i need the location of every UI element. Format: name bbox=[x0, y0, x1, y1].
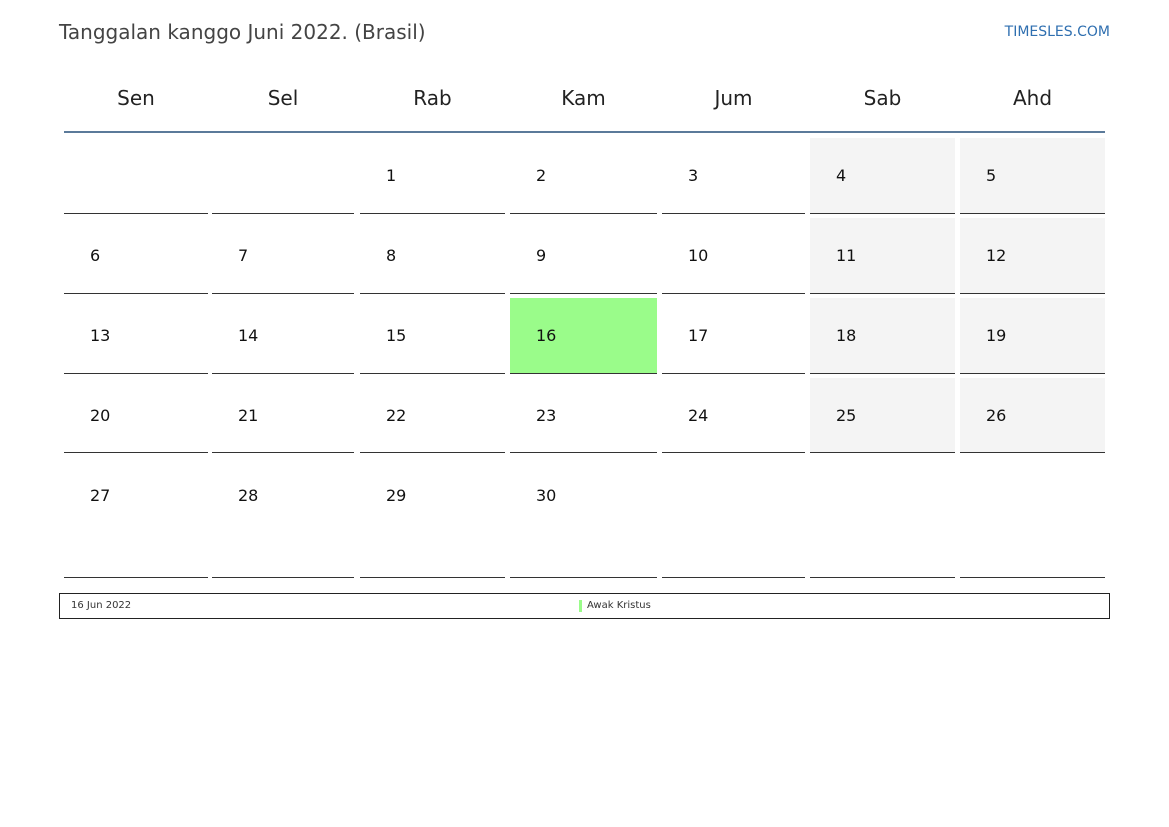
day-number: 8 bbox=[386, 246, 397, 265]
day-number: 22 bbox=[386, 406, 407, 425]
day-cell-22[interactable]: 22 bbox=[360, 378, 505, 453]
day-cell-8[interactable]: 8 bbox=[360, 218, 505, 294]
empty-day-cell bbox=[662, 458, 805, 578]
day-number: 7 bbox=[238, 246, 249, 265]
legend-date: 16 Jun 2022 bbox=[71, 600, 132, 611]
weekday-sat: Sab bbox=[863, 86, 902, 110]
day-cell-24[interactable]: 24 bbox=[662, 378, 805, 453]
day-number: 23 bbox=[536, 406, 557, 425]
day-cell-17[interactable]: 17 bbox=[662, 298, 805, 374]
weekday-header: Sen Sel Rab Kam Jum Sab Ahd bbox=[64, 78, 1105, 132]
day-cell-15[interactable]: 15 bbox=[360, 298, 505, 374]
day-cell-19[interactable]: 19 bbox=[960, 298, 1105, 374]
empty-day-cell bbox=[810, 458, 955, 578]
day-cell-21[interactable]: 21 bbox=[212, 378, 354, 453]
day-cell-13[interactable]: 13 bbox=[64, 298, 208, 374]
weekday-thu: Kam bbox=[561, 86, 606, 110]
legend-color-marker bbox=[579, 600, 582, 612]
day-cell-6[interactable]: 6 bbox=[64, 218, 208, 294]
day-number: 4 bbox=[836, 166, 847, 185]
day-cell-29[interactable]: 29 bbox=[360, 458, 505, 578]
legend-holiday-name: Awak Kristus bbox=[587, 600, 651, 611]
day-number: 1 bbox=[386, 166, 397, 185]
day-number: 5 bbox=[986, 166, 997, 185]
day-cell-14[interactable]: 14 bbox=[212, 298, 354, 374]
empty-day-cell bbox=[960, 458, 1105, 578]
day-cell-5[interactable]: 5 bbox=[960, 138, 1105, 214]
day-cell-27[interactable]: 27 bbox=[64, 458, 208, 578]
day-number: 26 bbox=[986, 406, 1007, 425]
day-number: 14 bbox=[238, 326, 259, 345]
day-number: 17 bbox=[688, 326, 709, 345]
day-number: 12 bbox=[986, 246, 1007, 265]
day-number: 9 bbox=[536, 246, 547, 265]
day-number: 30 bbox=[536, 486, 557, 505]
empty-day-cell bbox=[212, 138, 354, 214]
day-number: 2 bbox=[536, 166, 547, 185]
day-number: 6 bbox=[90, 246, 101, 265]
weekday-tue: Sel bbox=[267, 86, 299, 110]
day-cell-9[interactable]: 9 bbox=[510, 218, 657, 294]
day-cell-26[interactable]: 26 bbox=[960, 378, 1105, 453]
day-number: 10 bbox=[688, 246, 709, 265]
day-number: 25 bbox=[836, 406, 857, 425]
day-number: 21 bbox=[238, 406, 259, 425]
day-cell-3[interactable]: 3 bbox=[662, 138, 805, 214]
day-number: 20 bbox=[90, 406, 111, 425]
day-number: 27 bbox=[90, 486, 111, 505]
day-cell-20[interactable]: 20 bbox=[64, 378, 208, 453]
day-cell-2[interactable]: 2 bbox=[510, 138, 657, 214]
day-cell-10[interactable]: 10 bbox=[662, 218, 805, 294]
day-cell-18[interactable]: 18 bbox=[810, 298, 955, 374]
header-divider bbox=[64, 131, 1105, 133]
day-cell-25[interactable]: 25 bbox=[810, 378, 955, 453]
day-number: 29 bbox=[386, 486, 407, 505]
day-cell-16[interactable]: 16 bbox=[510, 298, 657, 374]
day-cell-12[interactable]: 12 bbox=[960, 218, 1105, 294]
weekday-fri: Jum bbox=[714, 86, 753, 110]
day-number: 24 bbox=[688, 406, 709, 425]
day-number: 3 bbox=[688, 166, 699, 185]
day-number: 13 bbox=[90, 326, 111, 345]
empty-day-cell bbox=[64, 138, 208, 214]
weekday-mon: Sen bbox=[117, 86, 155, 110]
site-link[interactable]: TIMESLES.COM bbox=[1005, 24, 1110, 40]
day-cell-28[interactable]: 28 bbox=[212, 458, 354, 578]
page-title: Tanggalan kanggo Juni 2022. (Brasil) bbox=[59, 20, 426, 44]
day-number: 18 bbox=[836, 326, 857, 345]
day-number: 16 bbox=[536, 326, 557, 345]
day-number: 11 bbox=[836, 246, 857, 265]
weekday-sun: Ahd bbox=[1012, 86, 1053, 110]
day-cell-1[interactable]: 1 bbox=[360, 138, 505, 214]
day-number: 19 bbox=[986, 326, 1007, 345]
holiday-legend: 16 Jun 2022 Awak Kristus bbox=[59, 593, 1110, 619]
day-number: 28 bbox=[238, 486, 259, 505]
day-cell-30[interactable]: 30 bbox=[510, 458, 657, 578]
weekday-wed: Rab bbox=[413, 86, 452, 110]
day-number: 15 bbox=[386, 326, 407, 345]
day-cell-11[interactable]: 11 bbox=[810, 218, 955, 294]
day-cell-4[interactable]: 4 bbox=[810, 138, 955, 214]
day-cell-23[interactable]: 23 bbox=[510, 378, 657, 453]
day-cell-7[interactable]: 7 bbox=[212, 218, 354, 294]
